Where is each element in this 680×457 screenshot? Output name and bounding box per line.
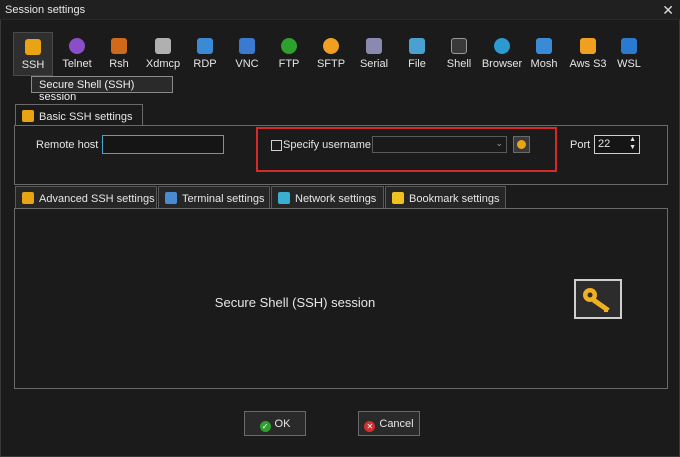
- vnc-icon: [239, 38, 255, 54]
- network-icon: [278, 192, 290, 204]
- port-value[interactable]: 22: [598, 138, 610, 150]
- browser-icon: [494, 38, 510, 54]
- session-description: Secure Shell (SSH) session: [214, 295, 376, 310]
- session-settings-dialog: SSH Telnet Rsh Xdmcp RDP VNC FTP SFTP Se…: [0, 20, 680, 457]
- window-title: Session settings: [5, 4, 86, 16]
- tab-label: Terminal settings: [182, 193, 265, 205]
- tab-bookmark-settings[interactable]: Bookmark settings: [385, 186, 506, 208]
- cancel-button[interactable]: ✕ Cancel: [358, 411, 420, 436]
- session-description-panel: Secure Shell (SSH) session: [14, 208, 668, 389]
- mosh-icon: [536, 38, 552, 54]
- port-spinbox[interactable]: 22 ▲ ▼: [594, 135, 640, 154]
- port-label: Port: [570, 139, 591, 151]
- tab-label: Network settings: [295, 193, 377, 205]
- key-icon: [22, 192, 34, 204]
- remote-host-label: Remote host *: [36, 139, 106, 151]
- ftp-icon: [281, 38, 297, 54]
- tab-label: Bookmark settings: [409, 193, 500, 205]
- rdp-icon: [197, 38, 213, 54]
- key-icon: [22, 110, 34, 122]
- key-icon: [583, 288, 610, 313]
- shell-icon: [451, 38, 467, 54]
- ok-label: OK: [274, 418, 291, 430]
- spin-down-icon[interactable]: ▼: [629, 144, 636, 151]
- wsl-icon: [621, 38, 637, 54]
- ssh-key-icon: [25, 39, 41, 55]
- tab-network-settings[interactable]: Network settings: [271, 186, 384, 208]
- telnet-icon: [69, 38, 85, 54]
- star-icon: [392, 192, 404, 204]
- tab-label: Basic SSH settings: [39, 111, 133, 123]
- username-highlight-box: [256, 127, 557, 172]
- ssh-key-large-icon: [574, 279, 622, 319]
- tab-terminal-settings[interactable]: Terminal settings: [158, 186, 270, 208]
- sftp-icon: [323, 38, 339, 54]
- title-bar: Session settings ✕: [0, 0, 680, 20]
- serial-icon: [366, 38, 382, 54]
- rsh-icon: [111, 38, 127, 54]
- terminal-icon: [165, 192, 177, 204]
- session-type-label: WSL: [617, 58, 641, 70]
- session-type-wsl[interactable]: WSL: [609, 32, 649, 76]
- close-icon[interactable]: ✕: [662, 2, 674, 19]
- ok-button[interactable]: ✓ OK: [244, 411, 306, 436]
- tab-basic-ssh-settings[interactable]: Basic SSH settings: [15, 104, 143, 126]
- file-icon: [409, 38, 425, 54]
- ssh-tooltip: Secure Shell (SSH) session: [31, 76, 173, 103]
- cancel-icon: ✕: [364, 421, 376, 432]
- cancel-label: Cancel: [379, 418, 414, 430]
- tab-label: Advanced SSH settings: [39, 193, 155, 205]
- spin-up-icon[interactable]: ▲: [629, 136, 636, 143]
- aws-s3-icon: [580, 38, 596, 54]
- checkmark-icon: ✓: [259, 421, 271, 432]
- xdmcp-icon: [155, 38, 171, 54]
- tab-advanced-ssh-settings[interactable]: Advanced SSH settings: [15, 186, 157, 208]
- remote-host-input[interactable]: [102, 135, 224, 154]
